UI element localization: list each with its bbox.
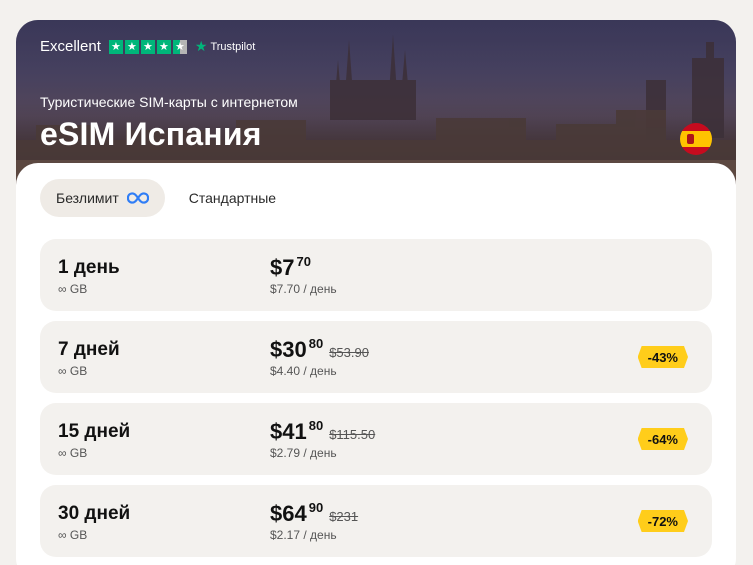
plan-type-tabs: Безлимит Стандартные bbox=[40, 179, 292, 217]
old-price: $231 bbox=[329, 509, 359, 524]
plan-data: ∞ GB bbox=[58, 282, 88, 296]
plan-price: $7 70 bbox=[270, 255, 311, 281]
star-icon: ★ bbox=[124, 39, 139, 54]
trustpilot-star-icon: ★ bbox=[194, 38, 208, 54]
star-icon: ★ bbox=[140, 39, 155, 54]
price-per-day: $4.40 / день bbox=[270, 364, 337, 378]
plan-price: $30 80 $53.90 bbox=[270, 337, 369, 363]
plan-card-15-days[interactable]: 15 дней ∞ GB $41 80 $115.50 $2.79 / день… bbox=[40, 403, 712, 475]
price-per-day: $7.70 / день bbox=[270, 282, 337, 296]
trustpilot-brand: Trustpilot bbox=[210, 40, 256, 53]
plan-data: ∞ GB bbox=[58, 528, 88, 542]
old-price: $53.90 bbox=[329, 345, 369, 360]
tab-standard-label: Стандартные bbox=[188, 190, 277, 206]
page-subtitle: Туристические SIM-карты с интернетом bbox=[40, 94, 298, 110]
plan-card-1-day[interactable]: 1 день ∞ GB $7 70 $7.70 / день bbox=[40, 239, 712, 311]
price-cents: 80 bbox=[308, 336, 324, 351]
trustpilot-rating[interactable]: Excellent ★ ★ ★ ★ ★ ★ Trustpilot bbox=[40, 38, 255, 55]
plan-price: $64 90 $231 bbox=[270, 501, 358, 527]
plan-card-7-days[interactable]: 7 дней ∞ GB $30 80 $53.90 $4.40 / день -… bbox=[40, 321, 712, 393]
plan-data: ∞ GB bbox=[58, 364, 88, 378]
discount-badge: -72% bbox=[638, 510, 688, 532]
plan-data: ∞ GB bbox=[58, 446, 88, 460]
star-icon: ★ bbox=[108, 39, 123, 54]
plan-duration: 1 день bbox=[58, 257, 120, 278]
price-dollars: $64 bbox=[270, 501, 307, 526]
half-star-icon: ★ bbox=[172, 39, 187, 54]
plans-panel: Безлимит Стандартные 1 день ∞ GB $7 70 $… bbox=[16, 163, 736, 565]
spain-flag-icon bbox=[680, 123, 712, 155]
price-dollars: $41 bbox=[270, 419, 307, 444]
plan-card-30-days[interactable]: 30 дней ∞ GB $64 90 $231 $2.17 / день -7… bbox=[40, 485, 712, 557]
price-per-day: $2.17 / день bbox=[270, 528, 337, 542]
star-icon: ★ bbox=[156, 39, 171, 54]
trustpilot-logo: ★ Trustpilot bbox=[195, 38, 255, 55]
discount-badge: -64% bbox=[638, 428, 688, 450]
old-price: $115.50 bbox=[329, 427, 376, 442]
price-per-day: $2.79 / день bbox=[270, 446, 337, 460]
price-cents: 80 bbox=[308, 418, 324, 433]
page-title: eSIM Испания bbox=[40, 116, 262, 152]
price-cents: 90 bbox=[308, 500, 324, 515]
tab-unlimited[interactable]: Безлимит bbox=[40, 179, 165, 217]
discount-badge: -43% bbox=[638, 346, 688, 368]
esim-card: Excellent ★ ★ ★ ★ ★ ★ Trustpilot Туристи… bbox=[16, 20, 736, 565]
plan-duration: 30 дней bbox=[58, 503, 131, 524]
price-dollars: $30 bbox=[270, 337, 307, 362]
plan-price: $41 80 $115.50 bbox=[270, 419, 375, 445]
price-dollars: $7 bbox=[270, 255, 295, 280]
rating-label: Excellent bbox=[40, 38, 101, 55]
plan-duration: 7 дней bbox=[58, 339, 120, 360]
infinity-icon bbox=[126, 192, 149, 204]
rating-stars: ★ ★ ★ ★ ★ bbox=[108, 39, 187, 54]
tab-standard[interactable]: Стандартные bbox=[173, 179, 292, 217]
plan-duration: 15 дней bbox=[58, 421, 131, 442]
price-cents: 70 bbox=[296, 254, 311, 269]
tab-unlimited-label: Безлимит bbox=[56, 190, 119, 206]
